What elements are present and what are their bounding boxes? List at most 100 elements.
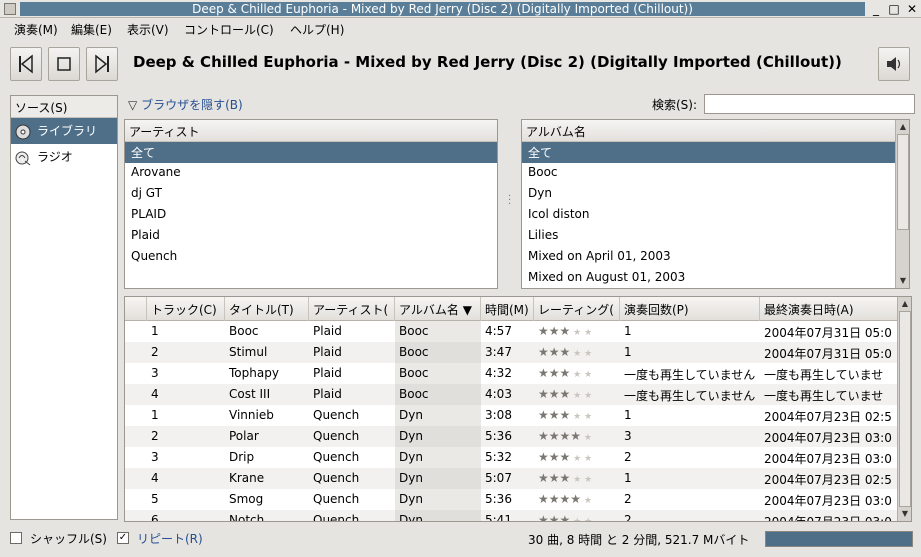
star-filled-icon[interactable]: ★ bbox=[538, 492, 549, 506]
star-empty-icon[interactable]: ★ bbox=[570, 370, 581, 380]
column-header-track[interactable]: トラック(C) bbox=[147, 297, 225, 321]
track-rating[interactable]: ★★★ ★ ★ bbox=[534, 405, 620, 426]
shuffle-label[interactable]: シャッフル(S) bbox=[30, 530, 107, 547]
track-scroll-thumb[interactable] bbox=[899, 311, 911, 507]
star-filled-icon[interactable]: ★ bbox=[549, 492, 560, 506]
table-row[interactable]: 4 Cost III Plaid Booc 4:03 ★★★ ★ ★ 一度も再生していません… bbox=[125, 384, 899, 405]
star-empty-icon[interactable]: ★ bbox=[570, 349, 581, 359]
source-library[interactable]: ライブラリ bbox=[11, 118, 117, 144]
maximize-button[interactable]: □ bbox=[886, 2, 902, 16]
star-filled-icon[interactable]: ★ bbox=[538, 345, 549, 359]
repeat-checkbox[interactable]: ✓ bbox=[117, 532, 129, 544]
star-filled-icon[interactable]: ★ bbox=[538, 408, 549, 422]
star-filled-icon[interactable]: ★ bbox=[560, 450, 571, 464]
minimize-button[interactable]: _ bbox=[868, 2, 884, 16]
artist-item[interactable]: Quench bbox=[125, 247, 497, 268]
track-rating[interactable]: ★★★ ★ ★ bbox=[534, 447, 620, 468]
track-rating[interactable]: ★★★ ★ ★ bbox=[534, 468, 620, 489]
star-empty-icon[interactable]: ★ bbox=[581, 517, 592, 521]
star-empty-icon[interactable]: ★ bbox=[581, 433, 592, 443]
star-filled-icon[interactable]: ★ bbox=[570, 492, 581, 506]
window-menu-icon[interactable] bbox=[4, 3, 16, 15]
star-filled-icon[interactable]: ★ bbox=[549, 450, 560, 464]
menu-edit[interactable]: 編集(E) bbox=[71, 22, 112, 38]
table-row[interactable]: 3 Tophapy Plaid Booc 4:32 ★★★ ★ ★ 一度も再生していません一… bbox=[125, 363, 899, 384]
previous-button[interactable] bbox=[10, 47, 42, 81]
column-header-last-played[interactable]: 最終演奏日時(A) bbox=[760, 297, 899, 321]
star-filled-icon[interactable]: ★ bbox=[560, 387, 571, 401]
star-filled-icon[interactable]: ★ bbox=[538, 366, 549, 380]
album-item[interactable]: Mixed on April 01, 2003 bbox=[522, 247, 909, 268]
column-header-indicator[interactable] bbox=[125, 297, 147, 321]
star-filled-icon[interactable]: ★ bbox=[549, 471, 560, 485]
scroll-down-icon[interactable]: ▼ bbox=[900, 509, 910, 519]
pane-grip[interactable]: · · · bbox=[508, 192, 514, 210]
shuffle-checkbox[interactable] bbox=[10, 532, 22, 544]
star-filled-icon[interactable]: ★ bbox=[560, 513, 571, 521]
star-empty-icon[interactable]: ★ bbox=[581, 454, 592, 464]
volume-button[interactable] bbox=[878, 47, 910, 81]
star-filled-icon[interactable]: ★ bbox=[549, 387, 560, 401]
source-header[interactable]: ソース(S) bbox=[11, 96, 117, 118]
artist-list-header[interactable]: アーティスト bbox=[125, 120, 497, 142]
album-list-scrollbar[interactable]: ▲ ▼ bbox=[895, 120, 909, 288]
star-empty-icon[interactable]: ★ bbox=[570, 517, 581, 521]
star-empty-icon[interactable]: ★ bbox=[570, 475, 581, 485]
star-empty-icon[interactable]: ★ bbox=[581, 412, 592, 422]
track-rating[interactable]: ★★★ ★ ★ bbox=[534, 342, 620, 363]
star-empty-icon[interactable]: ★ bbox=[581, 328, 592, 338]
star-filled-icon[interactable]: ★ bbox=[549, 408, 560, 422]
stop-button[interactable] bbox=[48, 47, 80, 81]
close-button[interactable]: ✕ bbox=[904, 2, 920, 16]
track-rating[interactable]: ★★★★ ★ bbox=[534, 426, 620, 447]
artist-item[interactable]: Plaid bbox=[125, 226, 497, 247]
search-input[interactable] bbox=[704, 94, 915, 114]
scroll-up-icon[interactable]: ▲ bbox=[900, 299, 910, 309]
artist-item[interactable]: dj GT bbox=[125, 184, 497, 205]
star-empty-icon[interactable]: ★ bbox=[570, 454, 581, 464]
artist-item[interactable]: PLAID bbox=[125, 205, 497, 226]
album-scroll-thumb[interactable] bbox=[897, 134, 909, 230]
star-empty-icon[interactable]: ★ bbox=[581, 349, 592, 359]
album-list-header[interactable]: アルバム名 bbox=[522, 120, 896, 142]
album-item[interactable]: 全て bbox=[522, 142, 896, 163]
scroll-down-icon[interactable]: ▼ bbox=[898, 276, 908, 286]
track-rating[interactable]: ★★★★ ★ bbox=[534, 489, 620, 510]
star-filled-icon[interactable]: ★ bbox=[560, 471, 571, 485]
scroll-up-icon[interactable]: ▲ bbox=[898, 122, 908, 132]
star-filled-icon[interactable]: ★ bbox=[538, 429, 549, 443]
artist-item[interactable]: 全て bbox=[125, 142, 497, 163]
track-table-scrollbar[interactable]: ▲ ▼ bbox=[897, 297, 911, 521]
next-button[interactable] bbox=[86, 47, 118, 81]
track-rating[interactable]: ★★★ ★ ★ bbox=[534, 363, 620, 384]
column-header-play-count[interactable]: 演奏回数(P) bbox=[620, 297, 760, 321]
source-radio[interactable]: ラジオ bbox=[11, 144, 117, 170]
star-empty-icon[interactable]: ★ bbox=[581, 391, 592, 401]
table-row[interactable]: 3 Drip Quench Dyn 5:32 ★★★ ★ ★ 2 2004年07月23日 03… bbox=[125, 447, 899, 468]
column-header-title[interactable]: タイトル(T) bbox=[225, 297, 309, 321]
table-row[interactable]: 2 Stimul Plaid Booc 3:47 ★★★ ★ ★ 1 2004年07月31日 … bbox=[125, 342, 899, 363]
table-row[interactable]: 2 Polar Quench Dyn 5:36 ★★★★ ★ 3 2004年07月23日 03… bbox=[125, 426, 899, 447]
star-empty-icon[interactable]: ★ bbox=[581, 370, 592, 380]
table-row[interactable]: 4 Krane Quench Dyn 5:07 ★★★ ★ ★ 1 2004年07月23日 0… bbox=[125, 468, 899, 489]
track-rating[interactable]: ★★★ ★ ★ bbox=[534, 321, 620, 342]
menu-view[interactable]: 表示(V) bbox=[127, 22, 169, 38]
hide-browser-toggle[interactable]: ▽ ブラウザを隠す(B) bbox=[128, 96, 243, 113]
star-empty-icon[interactable]: ★ bbox=[570, 391, 581, 401]
star-filled-icon[interactable]: ★ bbox=[560, 366, 571, 380]
window-title-bar[interactable]: Deep & Chilled Euphoria - Mixed by Red J… bbox=[0, 0, 921, 18]
star-empty-icon[interactable]: ★ bbox=[581, 496, 592, 506]
table-row[interactable]: 1 Vinnieb Quench Dyn 3:08 ★★★ ★ ★ 1 2004年07月23日… bbox=[125, 405, 899, 426]
column-header-time[interactable]: 時間(M) bbox=[481, 297, 534, 321]
menu-play[interactable]: 演奏(M) bbox=[14, 22, 58, 38]
album-item[interactable]: Mixed on August 01, 2003 bbox=[522, 268, 909, 288]
star-filled-icon[interactable]: ★ bbox=[549, 429, 560, 443]
menu-control[interactable]: コントロール(C) bbox=[184, 22, 274, 38]
menu-help[interactable]: ヘルプ(H) bbox=[290, 22, 344, 38]
track-rating[interactable]: ★★★ ★ ★ bbox=[534, 384, 620, 405]
column-header-artist[interactable]: アーティスト( bbox=[309, 297, 395, 321]
star-filled-icon[interactable]: ★ bbox=[538, 387, 549, 401]
star-filled-icon[interactable]: ★ bbox=[538, 324, 549, 338]
album-item[interactable]: Icol diston bbox=[522, 205, 909, 226]
star-empty-icon[interactable]: ★ bbox=[570, 328, 581, 338]
